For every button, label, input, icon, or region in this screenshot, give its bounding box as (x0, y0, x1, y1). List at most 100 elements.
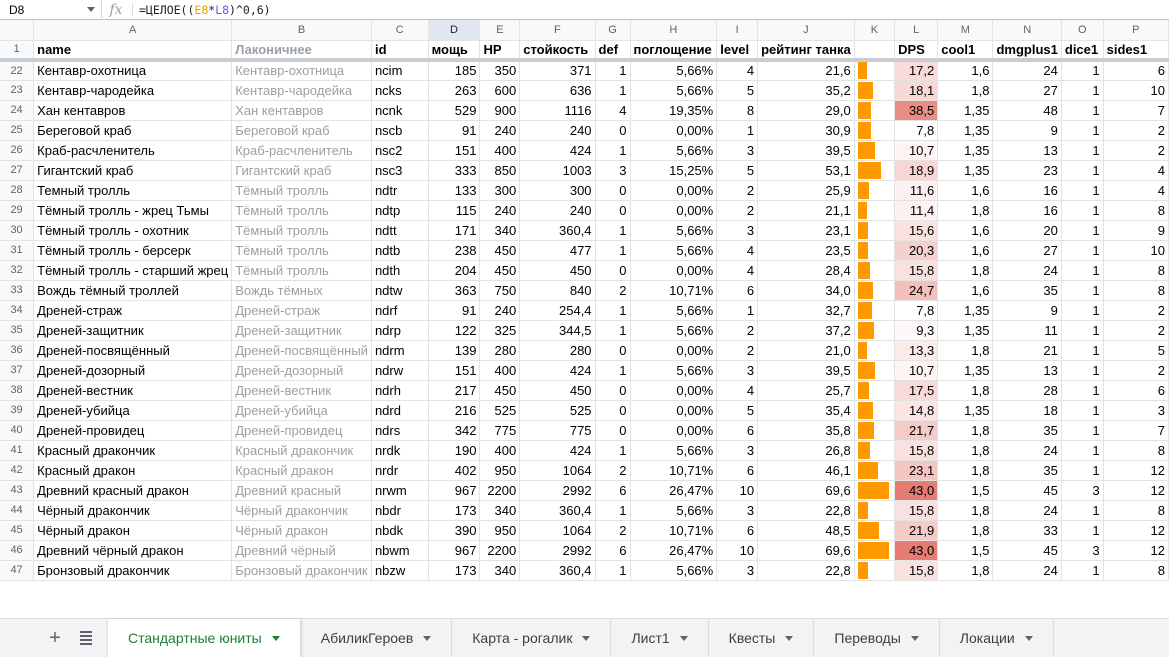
cell-g[interactable]: 1 (595, 560, 631, 581)
cell-d[interactable]: 171 (428, 220, 481, 241)
header-cell-k[interactable] (854, 40, 896, 62)
cell-e[interactable]: 400 (479, 360, 521, 381)
cell-o[interactable]: 1 (1061, 300, 1104, 321)
cell-n[interactable]: 13 (992, 140, 1062, 161)
header-cell-h[interactable]: поглощение (630, 40, 718, 62)
cell-e[interactable]: 240 (479, 200, 521, 221)
cell-b[interactable]: Древний чёрный (231, 540, 372, 561)
select-all-corner[interactable] (0, 20, 35, 41)
cell-j[interactable]: 23,5 (757, 240, 855, 261)
cell-p[interactable]: 8 (1103, 500, 1169, 521)
cell-a[interactable]: Кентавр-охотница (33, 60, 233, 81)
name-box-dropdown-icon[interactable] (87, 6, 95, 12)
header-cell-g[interactable]: def (595, 40, 631, 62)
cell-i[interactable]: 5 (716, 400, 759, 421)
cell-i[interactable]: 8 (716, 100, 759, 121)
cell-a[interactable]: Дреней-защитник (33, 320, 233, 341)
cell-j[interactable]: 69,6 (757, 540, 855, 561)
cell-e[interactable]: 450 (479, 240, 521, 261)
cell-m[interactable]: 1,35 (937, 360, 994, 381)
cell-g[interactable]: 1 (595, 300, 631, 321)
cell-f[interactable]: 450 (519, 260, 596, 281)
cell-o[interactable]: 1 (1061, 460, 1104, 481)
cell-m[interactable]: 1,5 (937, 540, 994, 561)
cell-g[interactable]: 1 (595, 320, 631, 341)
cell-f[interactable]: 840 (519, 280, 596, 301)
sheet-tab-4[interactable]: Квесты (709, 619, 815, 657)
cell-p[interactable]: 8 (1103, 280, 1169, 301)
tank-sparkline[interactable] (854, 180, 896, 201)
cell-o[interactable]: 1 (1061, 440, 1104, 461)
cell-a[interactable]: Древний красный дракон (33, 480, 233, 501)
row-number[interactable]: 22 (0, 60, 35, 81)
cell-b[interactable]: Хан кентавров (231, 100, 372, 121)
row-number[interactable]: 29 (0, 200, 35, 221)
cell-g[interactable]: 4 (595, 100, 631, 121)
cell-d[interactable]: 133 (428, 180, 481, 201)
row-number[interactable]: 40 (0, 420, 35, 441)
header-cell-l[interactable]: DPS (894, 40, 939, 62)
cell-o[interactable]: 1 (1061, 380, 1104, 401)
cell-l[interactable]: 15,8 (894, 500, 939, 521)
cell-g[interactable]: 1 (595, 440, 631, 461)
cell-m[interactable]: 1,8 (937, 420, 994, 441)
cell-g[interactable]: 0 (595, 340, 631, 361)
cell-p[interactable]: 8 (1103, 260, 1169, 281)
cell-n[interactable]: 35 (992, 460, 1062, 481)
cell-p[interactable]: 12 (1103, 480, 1169, 501)
cell-a[interactable]: Темный тролль (33, 180, 233, 201)
cell-i[interactable]: 5 (716, 80, 759, 101)
cell-g[interactable]: 1 (595, 140, 631, 161)
cell-l[interactable]: 43,0 (894, 480, 939, 501)
cell-h[interactable]: 5,66% (630, 140, 718, 161)
cell-o[interactable]: 1 (1061, 360, 1104, 381)
row-number[interactable]: 30 (0, 220, 35, 241)
cell-a[interactable]: Тёмный тролль - охотник (33, 220, 233, 241)
row-number[interactable]: 36 (0, 340, 35, 361)
cell-i[interactable]: 4 (716, 260, 759, 281)
cell-e[interactable]: 400 (479, 140, 521, 161)
cell-b[interactable]: Тёмный тролль (231, 200, 372, 221)
cell-p[interactable]: 8 (1103, 440, 1169, 461)
cell-o[interactable]: 3 (1061, 540, 1104, 561)
cell-j[interactable]: 32,7 (757, 300, 855, 321)
cell-p[interactable]: 12 (1103, 540, 1169, 561)
cell-g[interactable]: 6 (595, 540, 631, 561)
cell-e[interactable]: 280 (479, 340, 521, 361)
cell-i[interactable]: 3 (716, 360, 759, 381)
cell-a[interactable]: Краб-расчленитель (33, 140, 233, 161)
cell-l[interactable]: 10,7 (894, 360, 939, 381)
cell-f[interactable]: 775 (519, 420, 596, 441)
cell-e[interactable]: 850 (479, 160, 521, 181)
tank-sparkline[interactable] (854, 100, 896, 121)
cell-n[interactable]: 45 (992, 540, 1062, 561)
cell-o[interactable]: 1 (1061, 320, 1104, 341)
tank-sparkline[interactable] (854, 200, 896, 221)
cell-m[interactable]: 1,35 (937, 140, 994, 161)
cell-f[interactable]: 1116 (519, 100, 596, 121)
cell-c[interactable]: ndrm (371, 340, 429, 361)
cell-e[interactable]: 775 (479, 420, 521, 441)
cell-o[interactable]: 1 (1061, 340, 1104, 361)
cell-e[interactable]: 240 (479, 120, 521, 141)
cell-f[interactable]: 424 (519, 360, 596, 381)
cell-e[interactable]: 240 (479, 300, 521, 321)
cell-h[interactable]: 5,66% (630, 240, 718, 261)
row-number[interactable]: 28 (0, 180, 35, 201)
cell-m[interactable]: 1,8 (937, 260, 994, 281)
cell-b[interactable]: Чёрный дракончик (231, 500, 372, 521)
chevron-down-icon[interactable] (582, 635, 591, 641)
column-header-k[interactable]: K (854, 20, 896, 41)
cell-c[interactable]: nrwm (371, 480, 429, 501)
cell-o[interactable]: 1 (1061, 240, 1104, 261)
cell-j[interactable]: 35,4 (757, 400, 855, 421)
cell-m[interactable]: 1,5 (937, 480, 994, 501)
cell-c[interactable]: ndth (371, 260, 429, 281)
formula-input[interactable]: =ЦЕЛОЕ((E8*L8)^0,6) (139, 3, 271, 17)
cell-i[interactable]: 3 (716, 140, 759, 161)
cell-j[interactable]: 35,2 (757, 80, 855, 101)
cell-m[interactable]: 1,35 (937, 120, 994, 141)
chevron-down-icon[interactable] (910, 635, 919, 641)
cell-p[interactable]: 9 (1103, 220, 1169, 241)
cell-m[interactable]: 1,6 (937, 240, 994, 261)
